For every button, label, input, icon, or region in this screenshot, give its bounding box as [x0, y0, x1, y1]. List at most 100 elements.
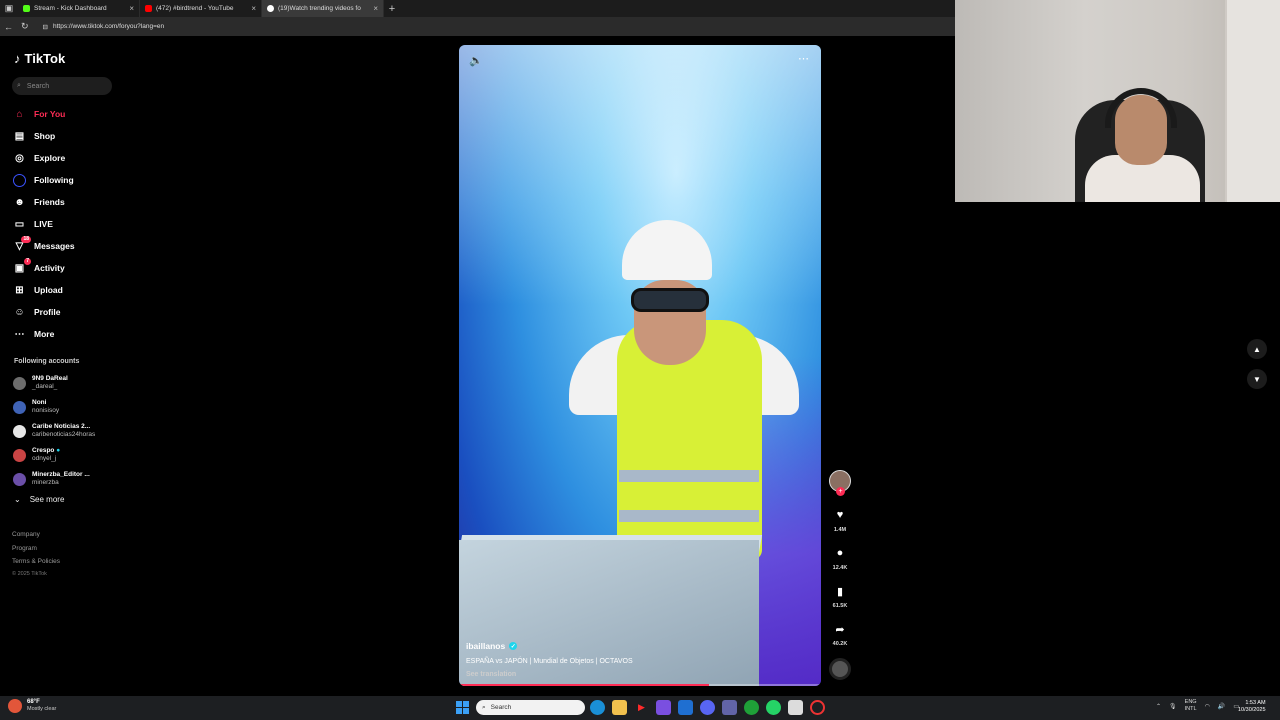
- compass-icon: ◎: [15, 152, 24, 164]
- save-button[interactable]: ▮: [831, 582, 849, 600]
- clock[interactable]: 1:53 AM 10/30/2025: [1238, 700, 1266, 714]
- avatar: [13, 472, 26, 486]
- see-more-button[interactable]: ⌄ See more: [14, 495, 64, 504]
- sidebar-nav: ⌂ For You ▤ Shop ◎ Explore Following ☻ F…: [13, 103, 75, 345]
- account-name: Noni: [32, 399, 47, 406]
- previous-video-button[interactable]: ▲: [1247, 339, 1267, 359]
- account-item[interactable]: Crespo ● odnyel_j: [13, 443, 95, 467]
- share-icon: ➦: [835, 623, 845, 636]
- more-options-icon[interactable]: ⋯: [798, 52, 809, 65]
- account-item[interactable]: 9N9 DaReal _dareal_: [13, 371, 95, 395]
- search-input[interactable]: ⌕ Search: [12, 77, 112, 95]
- volume-icon[interactable]: 🔊: [1218, 703, 1225, 710]
- volume-icon[interactable]: 🔈: [469, 54, 483, 67]
- sidebar-footer: Company Program Terms & Policies © 2025 …: [12, 528, 60, 579]
- share-button[interactable]: ➦: [831, 620, 849, 638]
- reload-icon[interactable]: ↻: [21, 21, 29, 32]
- see-more-label: See more: [29, 495, 65, 504]
- close-tab-icon[interactable]: ×: [251, 4, 256, 13]
- file-explorer-icon[interactable]: [612, 700, 627, 715]
- search-icon: ⌕: [482, 703, 486, 711]
- video-username[interactable]: ibaillanos ✓: [466, 641, 633, 651]
- sidebar-item-explore[interactable]: ◎ Explore: [13, 147, 75, 169]
- notepad-icon[interactable]: [788, 700, 803, 715]
- close-tab-icon[interactable]: ×: [129, 4, 134, 13]
- sidebar-item-for-you[interactable]: ⌂ For You: [13, 103, 75, 125]
- chevron-up-icon[interactable]: ⌃: [1156, 703, 1161, 710]
- browser-tab[interactable]: (472) #birdtrend - YouTube ×: [140, 0, 262, 17]
- sidebar-item-upload[interactable]: ⊞ Upload: [13, 279, 75, 301]
- account-item[interactable]: Noni nonisisoy: [13, 395, 95, 419]
- sidebar-item-messages[interactable]: ▽ 18 Messages: [13, 235, 75, 257]
- video-description: ESPAÑA vs JAPÓN | Mundial de Objetos | O…: [466, 658, 633, 665]
- account-handle: nonisisoy: [32, 407, 60, 414]
- account-name: Minerzba_Editor ...: [32, 471, 90, 478]
- language-indicator[interactable]: ENG INTL: [1185, 699, 1197, 713]
- sidebar-item-live[interactable]: ▭ LIVE: [13, 213, 75, 235]
- like-button[interactable]: ♥: [831, 506, 849, 524]
- tiktok-favicon-icon: [267, 5, 274, 12]
- edge-icon[interactable]: [590, 700, 605, 715]
- sidebar-item-following[interactable]: Following: [13, 169, 75, 191]
- footer-link-terms[interactable]: Terms & Policies: [12, 555, 60, 569]
- outlook-icon[interactable]: [678, 700, 693, 715]
- sidebar-item-shop[interactable]: ▤ Shop: [13, 125, 75, 147]
- live-icon: ▭: [14, 218, 25, 230]
- follow-plus-icon[interactable]: +: [836, 487, 845, 496]
- close-tab-icon[interactable]: ×: [373, 4, 378, 13]
- webcam-overlay: [955, 0, 1280, 202]
- sidebar-item-more[interactable]: ⋯ More: [13, 323, 75, 345]
- video-player[interactable]: 🔈 ⋯ ibaillanos ✓ ESPAÑA vs JAPÓN | Mundi…: [459, 45, 821, 686]
- taskbar-search[interactable]: ⌕ Search: [476, 700, 585, 715]
- xbox-icon[interactable]: [744, 700, 759, 715]
- new-tab-icon[interactable]: +: [384, 3, 400, 15]
- messages-badge: 18: [21, 235, 31, 243]
- weather-icon: [8, 699, 22, 713]
- chevron-down-icon: ⌄: [14, 495, 21, 504]
- sidebar-item-profile[interactable]: ☺ Profile: [13, 301, 75, 323]
- browser-tab-active[interactable]: (19)Watch trending videos fo ×: [262, 0, 384, 17]
- app-icon[interactable]: [810, 700, 825, 715]
- avatar: [13, 448, 26, 462]
- account-item[interactable]: Minerzba_Editor ... minerzba: [13, 467, 95, 491]
- sidebar-item-label: Profile: [34, 307, 61, 317]
- tab-actions-icon[interactable]: ▣: [0, 0, 18, 17]
- weather-widget[interactable]: 68°F Mostly clear: [8, 699, 56, 713]
- wifi-icon[interactable]: ◠: [1205, 703, 1210, 710]
- tiktok-note-icon: ♪: [14, 51, 21, 66]
- sidebar-item-friends[interactable]: ☻ Friends: [13, 191, 75, 213]
- footer-link-program[interactable]: Program: [12, 542, 60, 556]
- verified-icon: ●: [56, 447, 61, 454]
- microphone-icon[interactable]: 🎙: [1169, 703, 1177, 710]
- video-progress-bar[interactable]: [459, 684, 821, 686]
- share-count: 40.2K: [832, 641, 848, 647]
- comment-button[interactable]: ●: [831, 544, 849, 562]
- friends-icon: ☻: [14, 196, 25, 208]
- youtube-icon[interactable]: ▶: [634, 700, 649, 715]
- sidebar-item-activity[interactable]: ▣ 7 Activity: [13, 257, 75, 279]
- messages-icon: ▽ 18: [15, 235, 31, 252]
- chevron-down-icon: ▼: [1253, 374, 1261, 384]
- start-button[interactable]: [456, 701, 469, 714]
- vest-stripe: [619, 510, 759, 522]
- browser-tab[interactable]: Stream - Kick Dashboard ×: [18, 0, 140, 17]
- video-actions: + ♥ 1.4M ● 12.4K ▮ 61.5K ➦ 40.2K: [828, 470, 852, 680]
- next-video-button[interactable]: ▼: [1247, 369, 1267, 389]
- footer-link-company[interactable]: Company: [12, 528, 60, 542]
- back-icon[interactable]: ←: [4, 22, 13, 32]
- tiktok-logo[interactable]: ♪ TikTok: [14, 51, 65, 66]
- site-info-icon[interactable]: ⊟: [43, 23, 48, 31]
- avatar: [13, 376, 26, 390]
- see-translation-link[interactable]: See translation: [466, 671, 633, 678]
- following-icon: [13, 173, 26, 187]
- account-item[interactable]: Caribe Noticias 2... caribenoticias24hora…: [13, 419, 95, 443]
- music-disc-icon[interactable]: [829, 658, 851, 680]
- discord-icon[interactable]: [700, 700, 715, 715]
- url-field[interactable]: ⊟ https://www.tiktok.com/foryou?lang=en: [43, 23, 165, 31]
- app-icon[interactable]: [656, 700, 671, 715]
- teams-icon[interactable]: [722, 700, 737, 715]
- sidebar-item-label: LIVE: [34, 219, 53, 229]
- whatsapp-icon[interactable]: [766, 700, 781, 715]
- youtube-favicon-icon: [145, 5, 152, 12]
- creator-avatar[interactable]: +: [829, 470, 851, 496]
